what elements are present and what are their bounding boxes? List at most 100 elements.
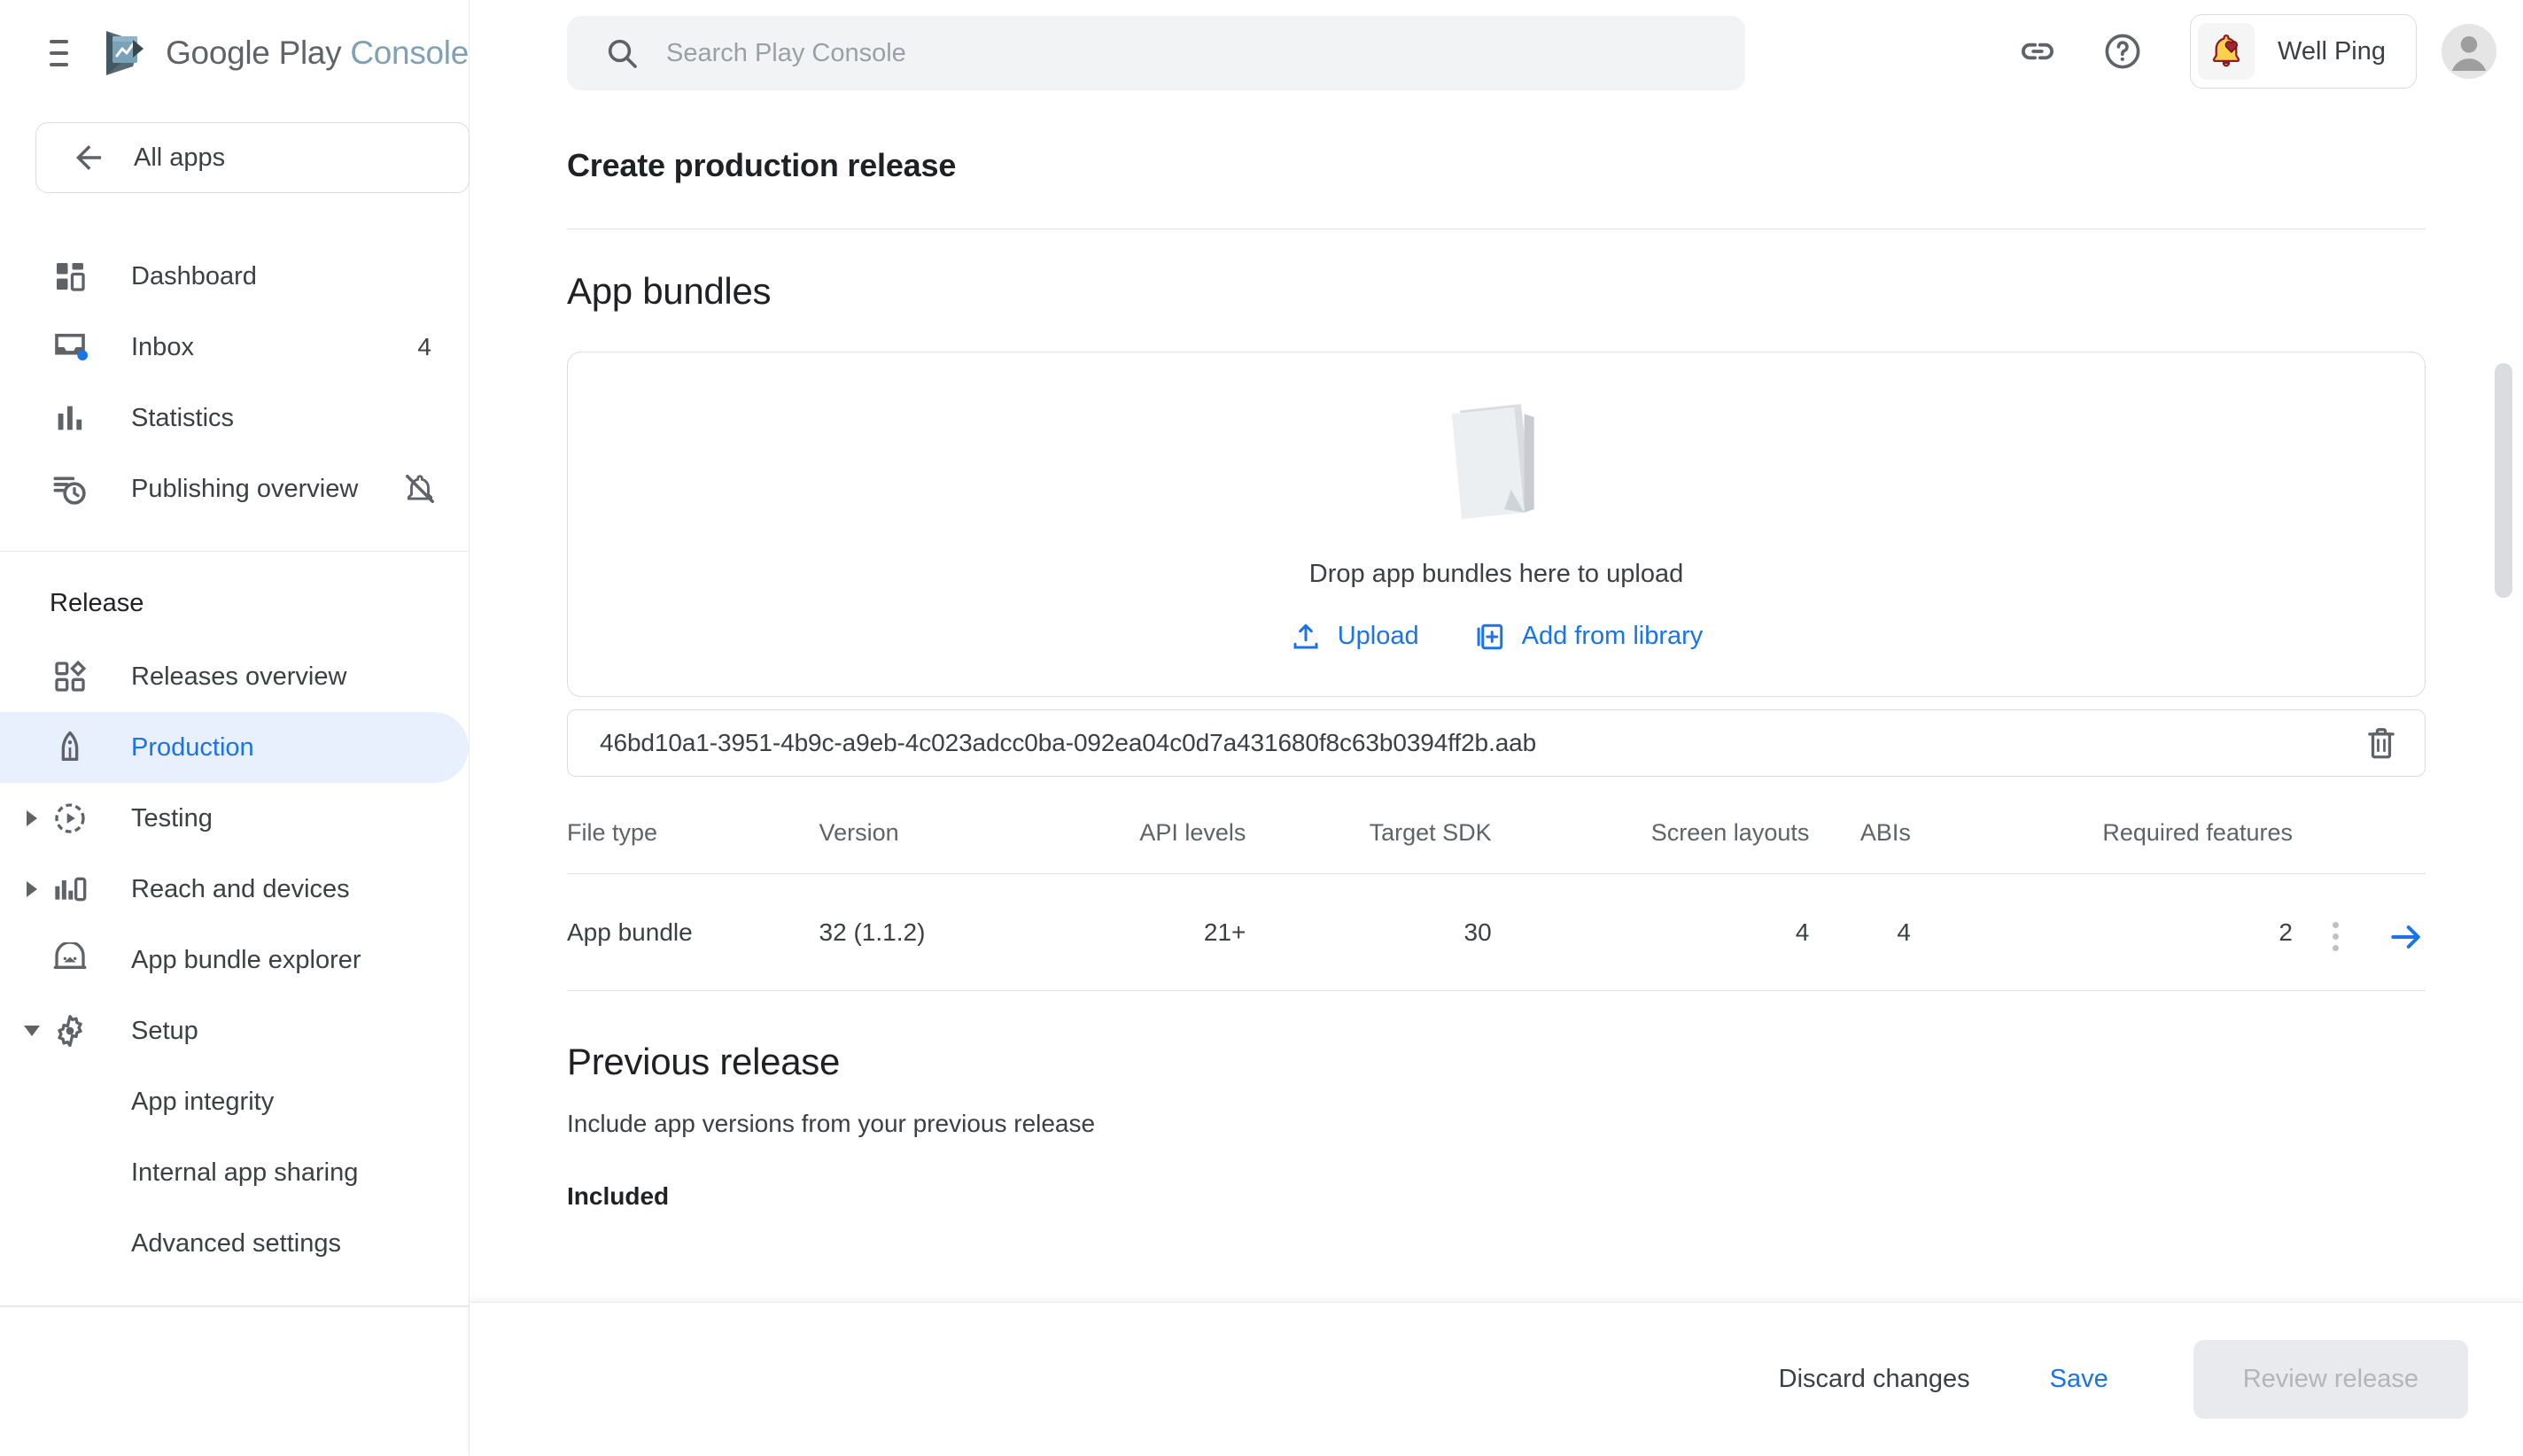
previous-release-heading: Previous release <box>567 1041 841 1082</box>
top-bar: Search Play Console Well Ping <box>470 0 2523 115</box>
sidebar-item-app-integrity[interactable]: App integrity <box>0 1066 469 1137</box>
sidebar-item-app-bundle-explorer[interactable]: App bundle explorer <box>0 925 469 995</box>
app-bundles-heading: App bundles <box>567 270 772 312</box>
testing-play-icon <box>50 798 90 839</box>
page-title: Create production release <box>567 147 957 183</box>
sidebar-subitem-label: Internal app sharing <box>131 1158 359 1187</box>
play-console-window: Google Play Console All apps Dashboard I… <box>0 0 2523 1456</box>
notifications-off-icon[interactable] <box>403 472 437 506</box>
cell-required-features: 2 <box>1910 873 2293 991</box>
brand-title: Google Play Console <box>166 35 469 72</box>
sidebar-item-statistics[interactable]: Statistics <box>0 383 469 453</box>
sidebar-item-inbox[interactable]: Inbox 4 <box>0 312 469 383</box>
column-version: Version <box>819 819 1033 874</box>
sidebar-item-advanced-settings[interactable]: Advanced settings <box>0 1208 469 1279</box>
column-actions <box>2293 819 2426 874</box>
link-icon[interactable] <box>1995 9 2080 94</box>
google-play-console-logo-icon <box>106 31 144 75</box>
rocket-icon <box>50 727 90 768</box>
cell-screen-layouts: 4 <box>1491 873 1810 991</box>
table-row[interactable]: App bundle 32 (1.1.2) 21+ 30 4 4 2 <box>567 873 2426 991</box>
sidebar-item-releases-overview[interactable]: Releases overview <box>0 641 469 712</box>
sidebar-item-label: Testing <box>131 803 213 833</box>
sidebar-item-production[interactable]: Production <box>0 712 469 783</box>
included-label: Included <box>567 1182 670 1210</box>
upload-label: Upload <box>1337 622 1419 650</box>
column-target-sdk: Target SDK <box>1246 819 1492 874</box>
all-apps-button[interactable]: All apps <box>35 122 470 193</box>
hamburger-menu-icon[interactable] <box>50 40 69 66</box>
help-circle-icon[interactable] <box>2080 9 2165 94</box>
column-api-levels: API levels <box>1032 819 1246 874</box>
search-input[interactable]: Search Play Console <box>567 16 1745 90</box>
play-console-logo[interactable]: Google Play Console <box>104 29 469 77</box>
sidebar-item-label: Statistics <box>131 403 235 432</box>
arrow-left-icon <box>76 145 101 170</box>
main-scrollbar[interactable] <box>2495 248 2512 1390</box>
action-bar: Discard changes Save Review release <box>470 1302 2523 1456</box>
top-actions: Well Ping <box>1995 9 2496 94</box>
brand-console: Console <box>350 35 469 71</box>
dropzone-text: Drop app bundles here to upload <box>1308 559 1684 588</box>
cell-file-type: App bundle <box>567 873 819 991</box>
cell-version: 32 (1.1.2) <box>819 873 1033 991</box>
sidebar-item-setup[interactable]: Setup <box>0 995 469 1066</box>
stacked-documents-illustration <box>1451 403 1534 519</box>
column-file-type: File type <box>567 819 819 874</box>
sidebar-item-label: Reach and devices <box>131 874 350 903</box>
scrollbar-thumb[interactable] <box>2495 363 2512 598</box>
sidebar-item-reach-and-devices[interactable]: Reach and devices <box>0 854 469 925</box>
sidebar-item-label: Publishing overview <box>131 474 359 503</box>
review-release-button[interactable]: Review release <box>2193 1340 2468 1419</box>
bar-chart-icon <box>50 398 90 438</box>
cell-abis: 4 <box>1809 873 1911 991</box>
sidebar-item-dashboard[interactable]: Dashboard <box>0 241 469 312</box>
all-apps-label: All apps <box>134 143 226 172</box>
sidebar-item-testing[interactable]: Testing <box>0 783 469 854</box>
sidebar: Google Play Console All apps Dashboard I… <box>0 0 470 1456</box>
upload-icon <box>1293 623 1318 648</box>
current-app-name: Well Ping <box>2278 36 2386 66</box>
account-avatar-icon <box>2441 24 2496 79</box>
upload-button[interactable]: Upload <box>1290 621 1419 653</box>
save-button[interactable]: Save <box>2020 1345 2139 1413</box>
inbox-badge-count: 4 <box>417 333 431 360</box>
column-abis: ABIs <box>1809 819 1911 874</box>
table-header-row: File type Version API levels Target SDK … <box>567 819 2426 874</box>
bell-heart-icon <box>2198 23 2255 80</box>
main-content: Create production release App bundles Dr… <box>470 115 2523 1302</box>
sidebar-item-label: Production <box>131 732 254 762</box>
cell-api-levels: 21+ <box>1032 873 1246 991</box>
search-icon <box>608 39 637 68</box>
sidebar-item-label: Dashboard <box>131 261 257 290</box>
brand-bar: Google Play Console <box>0 0 469 106</box>
sidebar-item-internal-app-sharing[interactable]: Internal app sharing <box>0 1137 469 1208</box>
account-avatar[interactable] <box>2441 24 2496 79</box>
delete-file-button[interactable] <box>2361 723 2402 763</box>
current-app-chip[interactable]: Well Ping <box>2190 14 2417 89</box>
cell-target-sdk: 30 <box>1246 873 1492 991</box>
sidebar-item-publishing-overview[interactable]: Publishing overview <box>0 453 469 524</box>
dropzone-actions: Upload Add from library <box>1290 621 1703 653</box>
publishing-clock-icon <box>50 469 90 509</box>
inbox-icon <box>50 327 90 368</box>
chevron-right-icon[interactable] <box>0 881 50 897</box>
sidebar-section-release: Release <box>50 589 144 617</box>
cell-actions <box>2293 873 2426 991</box>
chevron-right-icon[interactable] <box>0 810 50 826</box>
add-from-library-button[interactable]: Add from library <box>1474 621 1703 653</box>
chevron-down-icon[interactable] <box>0 1026 50 1036</box>
uploaded-file-name: 46bd10a1-3951-4b9c-a9eb-4c023adcc0ba-092… <box>600 729 1537 756</box>
search-placeholder: Search Play Console <box>666 38 906 67</box>
add-from-library-icon <box>1477 623 1502 649</box>
sidebar-subitem-label: App integrity <box>131 1087 275 1116</box>
sidebar-bottom-divider <box>0 1305 469 1307</box>
sidebar-subitem-label: Advanced settings <box>131 1228 341 1258</box>
android-bundle-icon <box>50 940 90 980</box>
previous-release-description: Include app versions from your previous … <box>567 1110 1096 1137</box>
app-bundle-dropzone[interactable]: Drop app bundles here to upload Upload A… <box>567 352 2426 697</box>
arrow-right-icon[interactable] <box>2387 918 2426 956</box>
releases-overview-icon <box>50 656 90 697</box>
kebab-menu-icon[interactable] <box>2325 915 2346 958</box>
discard-changes-button[interactable]: Discard changes <box>1749 1345 2000 1413</box>
